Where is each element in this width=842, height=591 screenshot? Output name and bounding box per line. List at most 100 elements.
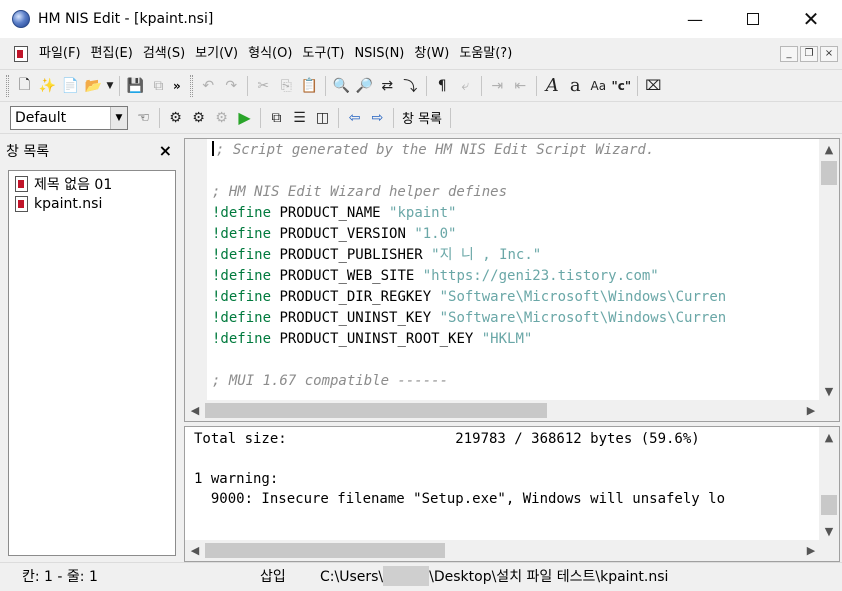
compile-run-icon[interactable]: ⚙ — [187, 106, 210, 129]
code-string: "Software\Microsoft\Windows\Curren — [439, 310, 727, 326]
code-area[interactable]: ; Script generated by the HM NIS Edit Sc… — [212, 140, 820, 401]
stop-compile-icon[interactable]: ⚙ — [210, 106, 233, 129]
output-horizontal-scrollbar[interactable]: ◀ ▶ — [185, 540, 821, 561]
code-identifier: PRODUCT_VERSION — [271, 226, 415, 242]
file-path-prefix: C:\Users\ — [320, 569, 384, 585]
open-dropdown-icon[interactable]: ▼ — [105, 74, 115, 97]
run-icon[interactable]: ▶ — [233, 106, 256, 129]
redo-icon[interactable]: ↷ — [220, 74, 243, 97]
scroll-up-icon[interactable]: ▲ — [819, 427, 839, 447]
settings-hand-icon[interactable]: ☜ — [132, 106, 155, 129]
case-toggle-icon[interactable]: Aa — [587, 74, 610, 97]
cut-icon[interactable]: ✂ — [252, 74, 275, 97]
previous-window-icon[interactable]: ⇦ — [343, 106, 366, 129]
code-editor[interactable]: ; Script generated by the HM NIS Edit Sc… — [184, 138, 840, 422]
new-file-icon[interactable]: 🗋 — [13, 74, 36, 97]
tile-horizontal-icon[interactable]: ☰ — [288, 106, 311, 129]
code-string: "1.0" — [414, 226, 457, 242]
list-item-label: kpaint.nsi — [34, 196, 103, 212]
scroll-left-icon[interactable]: ◀ — [185, 400, 205, 420]
scroll-right-icon[interactable]: ▶ — [801, 540, 821, 560]
document-icon[interactable] — [14, 45, 28, 62]
code-string: "지 니 , Inc." — [431, 247, 542, 263]
window-list: 제목 없음 01 kpaint.nsi — [8, 170, 176, 556]
code-identifier: PRODUCT_UNINST_KEY — [271, 310, 440, 326]
scroll-thumb[interactable] — [821, 161, 837, 185]
list-item-label: 제목 없음 01 — [34, 177, 113, 193]
scroll-left-icon[interactable]: ◀ — [185, 540, 205, 560]
compile-icon[interactable]: ⚙ — [164, 106, 187, 129]
wizard-icon[interactable]: ✨ — [36, 74, 59, 97]
chevron-down-icon[interactable]: ▼ — [110, 106, 127, 129]
mdi-minimize-button[interactable]: _ — [780, 46, 798, 62]
toolbar-grip[interactable] — [6, 74, 9, 97]
editor-horizontal-scrollbar[interactable]: ◀ ▶ — [185, 400, 821, 421]
paste-icon[interactable]: 📋 — [298, 74, 321, 97]
open-folder-icon[interactable]: 📂 — [82, 74, 105, 97]
list-item[interactable]: 제목 없음 01 — [9, 174, 175, 194]
save-icon[interactable]: 💾 — [124, 74, 147, 97]
close-icon: ✕ — [802, 7, 820, 31]
list-item[interactable]: kpaint.nsi — [9, 194, 175, 214]
template-icon[interactable]: 📄 — [59, 74, 82, 97]
next-window-icon[interactable]: ⇨ — [366, 106, 389, 129]
quote-icon[interactable]: "c" — [610, 74, 633, 97]
scroll-down-icon[interactable]: ▼ — [819, 521, 839, 541]
find-icon[interactable]: 🔍 — [330, 74, 353, 97]
config-select[interactable]: Default ▼ — [10, 105, 128, 130]
menu-window[interactable]: 창(W) — [409, 43, 454, 65]
mdi-restore-button[interactable]: ❐ — [800, 46, 818, 62]
outdent-icon[interactable]: ⇤ — [509, 74, 532, 97]
copy-icon[interactable]: ⎘ — [275, 74, 298, 97]
code-line: !define PRODUCT_NAME "kpaint" — [212, 203, 820, 224]
code-string: "kpaint" — [389, 205, 457, 221]
toolbar-separator — [535, 75, 537, 96]
code-identifier: PRODUCT_UNINST_ROOT_KEY — [271, 331, 482, 347]
menu-search[interactable]: 검색(S) — [138, 43, 190, 65]
code-string: "HKLM" — [481, 331, 533, 347]
scroll-thumb[interactable] — [205, 543, 445, 558]
scroll-right-icon[interactable]: ▶ — [801, 400, 821, 420]
goto-line-icon[interactable]: ⤵ — [399, 74, 422, 97]
maximize-button[interactable] — [724, 0, 782, 38]
menu-file[interactable]: 파일(F) — [34, 43, 86, 65]
code-line: ; HM NIS Edit Wizard helper defines — [212, 182, 820, 203]
toolbar-grip[interactable] — [189, 74, 193, 97]
cursor-position: 칸: 1 - 줄: 1 — [22, 569, 98, 585]
menu-format[interactable]: 형식(O) — [243, 43, 297, 65]
save-all-icon[interactable]: ⧉ — [147, 74, 170, 97]
indent-icon[interactable]: ⇥ — [486, 74, 509, 97]
menu-view[interactable]: 보기(V) — [190, 43, 243, 65]
find-next-icon[interactable]: 🔎 — [353, 74, 376, 97]
scroll-up-icon[interactable]: ▲ — [819, 139, 839, 159]
cascade-windows-icon[interactable]: ⧉ — [265, 106, 288, 129]
minimize-button[interactable]: — — [666, 0, 724, 38]
lowercase-icon[interactable]: a — [564, 74, 587, 97]
close-button[interactable]: ✕ — [782, 0, 840, 38]
window-list-button[interactable]: 창 목록 — [398, 108, 446, 127]
insert-mode: 삽입 — [260, 569, 286, 585]
menu-nsis[interactable]: NSIS(N) — [349, 43, 409, 65]
editor-vertical-scrollbar[interactable]: ▲ ▼ — [819, 139, 839, 401]
comment-icon[interactable]: ⌧ — [642, 74, 665, 97]
panel-close-icon[interactable]: × — [159, 141, 172, 160]
toolbar-overflow-icon[interactable]: » — [170, 79, 184, 93]
output-vertical-scrollbar[interactable]: ▲ ▼ — [819, 427, 839, 541]
undo-icon[interactable]: ↶ — [197, 74, 220, 97]
replace-icon[interactable]: ⇄ — [376, 74, 399, 97]
scroll-thumb[interactable] — [821, 495, 837, 515]
show-whitespace-icon[interactable]: ¶ — [431, 74, 454, 97]
panel-header: 창 목록 — [0, 134, 182, 168]
word-wrap-icon[interactable]: ⤶ — [454, 74, 477, 97]
font-icon[interactable]: A — [541, 74, 564, 97]
menu-tools[interactable]: 도구(T) — [297, 43, 349, 65]
scroll-thumb[interactable] — [205, 403, 547, 418]
output-panel[interactable]: Total size: 219783 / 368612 bytes (59.6%… — [184, 426, 840, 562]
mdi-close-button[interactable]: × — [820, 46, 838, 62]
menu-edit[interactable]: 편집(E) — [86, 43, 138, 65]
scroll-down-icon[interactable]: ▼ — [819, 381, 839, 401]
code-line: !define PRODUCT_VERSION "1.0" — [212, 224, 820, 245]
tile-vertical-icon[interactable]: ◫ — [311, 106, 334, 129]
menu-help[interactable]: 도움말(?) — [454, 43, 517, 65]
code-line: !define PRODUCT_UNINST_KEY "Software\Mic… — [212, 308, 820, 329]
